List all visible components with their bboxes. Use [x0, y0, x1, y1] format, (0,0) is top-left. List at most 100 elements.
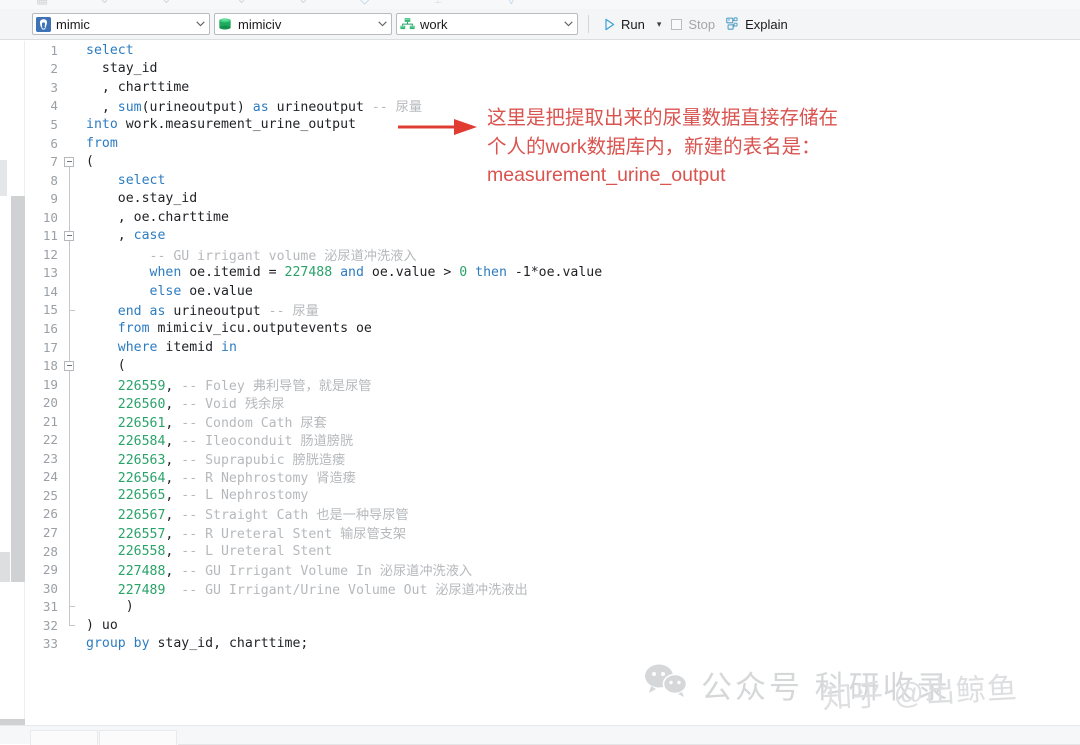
run-button[interactable]: Run	[596, 12, 650, 36]
line-number: 15	[42, 302, 58, 318]
schema-label: work	[420, 16, 448, 32]
code-line[interactable]: 32) uo	[25, 615, 602, 635]
fold-marker	[63, 97, 77, 116]
left-splitter-handle[interactable]	[11, 196, 25, 582]
chevron-down-icon[interactable]	[561, 21, 575, 27]
code-text: 226563, -- Suprapubic 膀胱造瘘	[117, 452, 346, 468]
line-number: 29	[42, 562, 58, 578]
database-selector[interactable]: mimiciv	[214, 13, 392, 35]
fold-marker	[63, 597, 77, 616]
code-line[interactable]: 20 226560, -- Void 残余尿	[25, 393, 602, 412]
fold-marker	[63, 282, 77, 301]
code-line[interactable]: 1 select	[25, 41, 602, 60]
line-number: 8	[50, 172, 58, 188]
code-line[interactable]: 31 )	[25, 597, 602, 616]
code-line[interactable]: 25 226565, -- L Nephrostomy	[25, 486, 602, 505]
code-line[interactable]: 12 -- GU irrigant volume 泌尿道冲洗液入	[25, 245, 602, 264]
code-text: 226584, -- Ileoconduit 肠道膀胱	[117, 434, 354, 450]
code-line[interactable]: 30 227489 -- GU Irrigant/Urine Volume Ou…	[25, 578, 602, 598]
explain-label: Explain	[745, 16, 788, 32]
line-number: 14	[42, 283, 58, 299]
stop-square-icon	[668, 16, 684, 32]
fold-marker[interactable]	[63, 356, 77, 375]
stop-button[interactable]: Stop	[663, 12, 720, 36]
line-number: 17	[42, 339, 58, 355]
code-line[interactable]: 14 else oe.value	[25, 282, 602, 301]
line-number: 28	[42, 543, 58, 559]
fold-marker	[63, 635, 77, 654]
code-line[interactable]: 26 226567, -- Straight Cath 也是一种导尿管	[25, 504, 602, 524]
fold-marker	[63, 393, 77, 412]
code-line[interactable]: 24 226564, -- R Nephrostomy 肾造瘘	[25, 467, 602, 487]
red-right-arrow-icon	[398, 114, 478, 140]
code-text: from mimiciv_icu.outputevents oe	[117, 320, 372, 336]
code-line[interactable]: 11 , case	[25, 226, 602, 246]
fold-marker	[63, 541, 77, 561]
line-number: 10	[42, 209, 58, 225]
fold-marker	[63, 115, 77, 134]
fold-marker	[63, 523, 77, 542]
code-line[interactable]: 27 226557, -- R Ureteral Stent 输尿管支架	[25, 523, 602, 542]
schema-selector[interactable]: work	[396, 13, 578, 35]
left-splitter-top-grip[interactable]	[0, 160, 7, 196]
code-line[interactable]: 3 , charttime	[25, 78, 602, 97]
explain-plan-icon	[725, 16, 741, 32]
code-line[interactable]: 17 where itemid in	[25, 337, 602, 357]
code-line[interactable]: 21 226561, -- Condom Cath 尿套	[25, 411, 602, 431]
bottom-tab-2[interactable]	[99, 730, 177, 745]
fold-marker	[63, 134, 77, 153]
ghost-menu-glyphs: ▦ ⌄ ⌄ ⌄ ⌄ ◇ ⌶ ▽	[36, 0, 526, 7]
line-number: 25	[42, 487, 58, 503]
code-text: group by stay_id, charttime;	[86, 636, 309, 652]
run-label: Run	[621, 16, 645, 32]
code-line[interactable]: 23 226563, -- Suprapubic 膀胱造瘘	[25, 449, 602, 468]
code-line[interactable]: 22 226584, -- Ileoconduit 肠道膀胱	[25, 430, 602, 449]
code-text: 226565, -- L Nephrostomy	[117, 487, 309, 503]
code-line[interactable]: 10 , oe.charttime	[25, 207, 602, 227]
code-line[interactable]: 13 when oe.itemid = 227488 and oe.value …	[25, 263, 603, 283]
line-number: 3	[50, 79, 58, 95]
fold-marker[interactable]	[63, 226, 77, 246]
wechat-bubbles-icon	[644, 664, 688, 706]
fold-marker	[63, 245, 77, 264]
fold-marker	[63, 337, 77, 357]
fold-marker	[63, 449, 77, 468]
connection-selector[interactable]: mimic	[32, 13, 210, 35]
play-triangle-icon	[601, 16, 617, 32]
code-line[interactable]: 19 226559, -- Foley 弗利导管，就是尿管	[25, 374, 602, 394]
fold-marker	[63, 207, 77, 227]
bottom-tab-1[interactable]	[30, 730, 98, 745]
code-line[interactable]: 16 from mimiciv_icu.outputevents oe	[25, 319, 602, 338]
code-text: 226567, -- Straight Cath 也是一种导尿管	[117, 508, 409, 524]
code-text: , charttime	[86, 79, 190, 95]
code-text: select	[86, 42, 134, 58]
line-number: 19	[42, 376, 58, 392]
fold-marker	[63, 170, 77, 190]
code-line[interactable]: 28 226558, -- L Ureteral Stent	[25, 541, 602, 561]
database-label: mimiciv	[238, 16, 282, 32]
code-line[interactable]: 15 end as urineoutput -- 尿量	[25, 300, 602, 319]
run-dropdown-caret-icon[interactable]: ▾	[657, 19, 662, 30]
chevron-down-icon[interactable]	[193, 21, 207, 27]
fold-marker	[63, 78, 77, 97]
fold-marker[interactable]	[63, 152, 77, 171]
code-line[interactable]: 2 stay_id	[25, 60, 602, 79]
line-number: 33	[42, 636, 58, 652]
left-splitter-bottom-grip[interactable]	[0, 552, 10, 582]
code-text: 227488, -- GU Irrigant Volume In 泌尿道冲洗液入	[117, 564, 473, 580]
code-text: 226559, -- Foley 弗利导管，就是尿管	[117, 378, 372, 394]
code-line[interactable]: 9 oe.stay_id	[25, 189, 602, 208]
code-line[interactable]: 29 227488, -- GU Irrigant Volume In 泌尿道冲…	[25, 560, 602, 579]
code-text: 226564, -- R Nephrostomy 肾造瘘	[117, 471, 356, 487]
line-number: 18	[42, 358, 58, 374]
code-line[interactable]: 33 group by stay_id, charttime;	[25, 635, 602, 654]
line-number: 27	[42, 524, 58, 540]
line-number: 31	[42, 599, 58, 615]
fold-marker	[63, 615, 77, 635]
code-text: when oe.itemid = 227488 and oe.value > 0…	[149, 265, 603, 281]
explain-button[interactable]: Explain	[720, 12, 793, 36]
chevron-down-icon[interactable]	[375, 21, 389, 27]
line-number: 9	[50, 191, 58, 207]
fold-marker	[63, 486, 77, 505]
code-line[interactable]: 18 (	[25, 356, 602, 375]
